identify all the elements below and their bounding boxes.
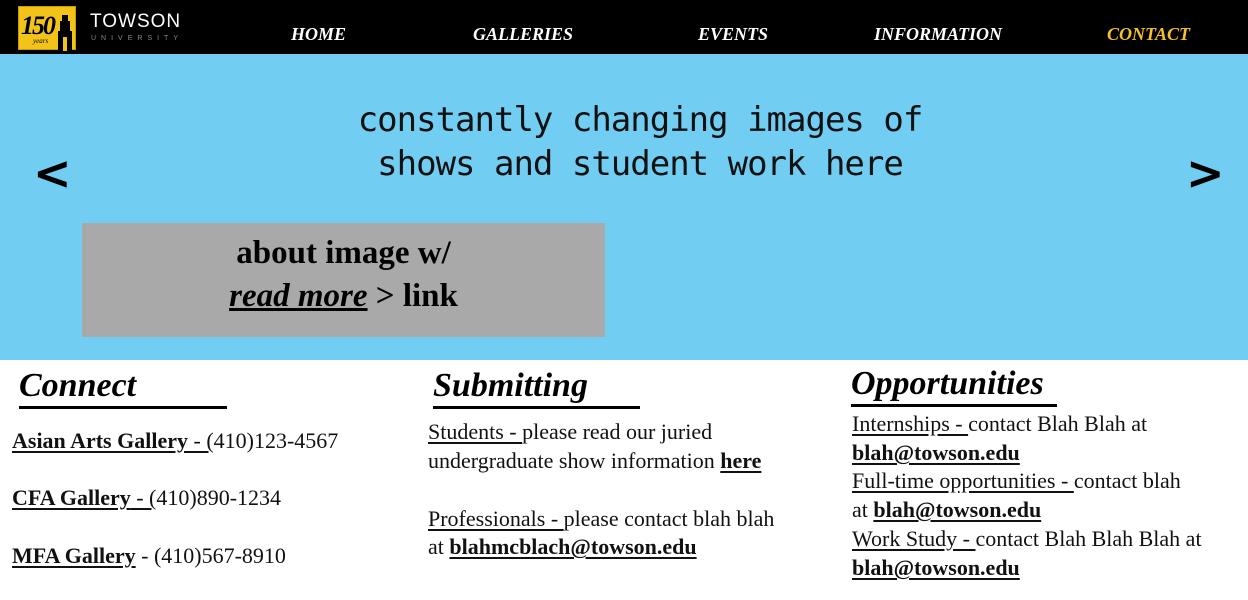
students-text-2: undergraduate show information: [428, 448, 721, 473]
students-label: Students -: [428, 419, 523, 444]
workstudy-text: contact Blah Blah Blah at: [975, 526, 1202, 551]
professionals-line: Professionals - please contact blah blah: [428, 505, 774, 533]
asian-arts-gallery-link[interactable]: Asian Arts Gallery: [12, 428, 188, 453]
connect-separator: - (: [130, 485, 157, 510]
towson-logo[interactable]: 150 years TOWSON UNIVERSITY: [18, 6, 184, 51]
fulltime-email-link[interactable]: blah@towson.edu: [873, 497, 1041, 522]
hero-placeholder-text: constantly changing images of shows and …: [300, 98, 980, 186]
connect-phone: 410)123-4567: [213, 428, 339, 453]
workstudy-label: Work Study -: [852, 526, 976, 551]
read-more-link[interactable]: read more: [229, 278, 367, 314]
hero-text-line: shows and student work here: [377, 144, 904, 184]
professionals-line-2: at blahmcblach@towson.edu: [428, 533, 697, 561]
about-image-link-line: read more > link: [82, 278, 605, 315]
connect-phone: 410)890-1234: [156, 485, 282, 510]
connect-separator: - (: [188, 428, 214, 453]
students-line-2: undergraduate show information here: [428, 447, 761, 475]
submitting-heading: Submitting: [433, 366, 640, 409]
fulltime-email-line: at blah@towson.edu: [852, 496, 1041, 524]
top-navigation-bar: 150 years TOWSON UNIVERSITY HOME GALLERI…: [0, 0, 1248, 54]
professionals-at: at: [428, 534, 450, 559]
link-suffix: > link: [367, 278, 458, 314]
connect-heading: Connect: [19, 366, 227, 409]
professionals-text: please contact blah blah: [563, 506, 775, 531]
show-information-link[interactable]: here: [720, 448, 761, 473]
nav-home[interactable]: HOME: [291, 24, 346, 45]
logo-subname: UNIVERSITY: [91, 35, 184, 42]
nav-contact[interactable]: CONTACT: [1107, 24, 1190, 45]
nav-events[interactable]: EVENTS: [698, 24, 768, 45]
about-image-box: about image w/ read more > link: [82, 223, 605, 337]
nav-galleries[interactable]: GALLERIES: [473, 24, 573, 45]
connect-separator: -: [135, 543, 154, 568]
hero-slider: constantly changing images of shows and …: [0, 54, 1248, 360]
anniversary-badge: 150 years: [18, 6, 76, 51]
fulltime-label: Full-time opportunities -: [852, 468, 1074, 493]
previous-slide-button[interactable]: <: [33, 146, 72, 200]
students-line: Students - please read our juried: [428, 418, 712, 446]
students-text: please read our juried: [522, 419, 713, 444]
logo-name: TOWSON: [90, 11, 182, 32]
professionals-label: Professionals -: [428, 506, 564, 531]
workstudy-email-link[interactable]: blah@towson.edu: [852, 555, 1020, 580]
connect-phone: (410)567-8910: [153, 543, 286, 568]
mfa-gallery-link[interactable]: MFA Gallery: [12, 543, 136, 568]
connect-item-asian-arts: Asian Arts Gallery - (410)123-4567: [12, 427, 338, 455]
internships-text: contact Blah Blah at: [968, 411, 1148, 436]
internships-email-link[interactable]: blah@towson.edu: [852, 440, 1020, 465]
cfa-gallery-link[interactable]: CFA Gallery: [12, 485, 131, 510]
fulltime-text: contact blah: [1073, 468, 1181, 493]
anniversary-years-label: years: [33, 37, 49, 45]
opportunities-heading: Opportunities: [851, 364, 1057, 407]
workstudy-email-line: blah@towson.edu: [852, 554, 1020, 582]
hero-text-line: constantly changing images of: [357, 100, 924, 140]
tower-icon: [58, 15, 72, 51]
internships-line: Internships - contact Blah Blah at: [852, 410, 1147, 438]
internships-email-line: blah@towson.edu: [852, 439, 1020, 467]
next-slide-button[interactable]: >: [1186, 146, 1225, 200]
about-image-title: about image w/: [236, 235, 451, 271]
connect-item-cfa: CFA Gallery - (410)890-1234: [12, 484, 281, 512]
professionals-email-link[interactable]: blahmcblach@towson.edu: [449, 534, 696, 559]
fulltime-line: Full-time opportunities - contact blah: [852, 467, 1181, 495]
internships-label: Internships -: [852, 411, 969, 436]
connect-item-mfa: MFA Gallery - (410)567-8910: [12, 542, 286, 570]
fulltime-at: at: [852, 497, 874, 522]
nav-information[interactable]: INFORMATION: [874, 24, 1002, 45]
workstudy-line: Work Study - contact Blah Blah Blah at: [852, 525, 1202, 553]
